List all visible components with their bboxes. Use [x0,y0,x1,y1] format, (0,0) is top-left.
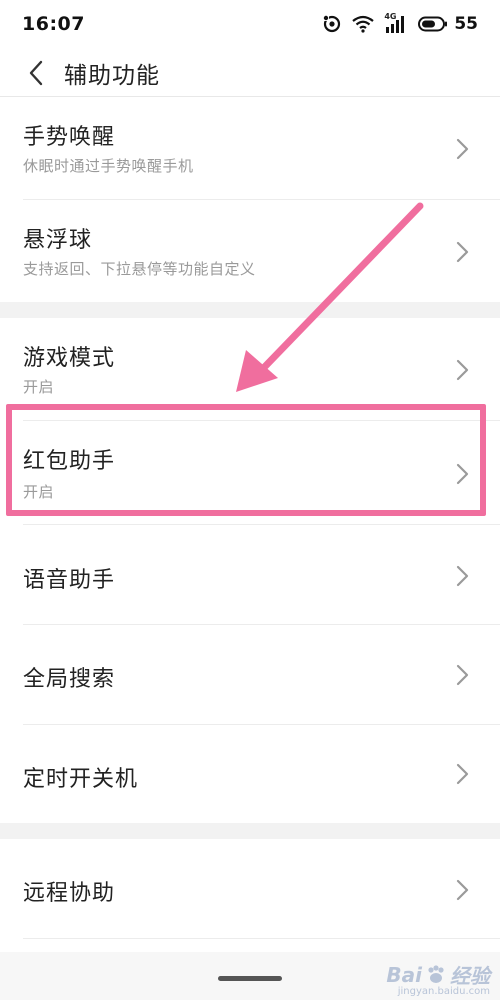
watermark-text-right: 经验 [450,964,490,988]
chevron-right-icon [456,879,469,901]
row-title: 红包助手 [23,449,116,474]
row-subtitle: 开启 [23,378,55,396]
divider [23,938,500,939]
back-button[interactable] [16,53,56,93]
chevron-right-icon [456,138,469,160]
baidu-watermark: Bai 经验 jingyan.baidu.com [386,960,490,998]
chevron-right-icon [456,763,469,785]
row-subtitle: 开启 [23,483,55,501]
setting-row-floating-ball[interactable]: 悬浮球 支持返回、下拉悬停等功能自定义 [0,200,500,302]
page-title: 辅助功能 [64,63,160,89]
settings-group-2: 游戏模式 开启 红包助手 开启 语音助手 全局搜索 定时开关机 [0,318,500,823]
setting-row-gesture-wake[interactable]: 手势唤醒 休眠时通过手势唤醒手机 [0,97,500,200]
battery-icon [418,16,448,32]
row-title: 游戏模式 [23,346,116,371]
setting-row-red-packet-assistant[interactable]: 红包助手 开启 [0,421,500,525]
row-title: 悬浮球 [23,228,93,253]
row-subtitle: 支持返回、下拉悬停等功能自定义 [23,260,256,278]
setting-row-voice-assistant[interactable]: 语音助手 [0,525,500,625]
battery-level: 55 [454,14,478,34]
row-title: 手势唤醒 [23,125,116,150]
group-gap [0,302,500,318]
settings-group-3: 远程协助 [0,839,500,952]
watermark-sub: jingyan.baidu.com [397,986,490,997]
setting-row-remote-assist[interactable]: 远程协助 [0,839,500,939]
settings-group-1: 手势唤醒 休眠时通过手势唤醒手机 悬浮球 支持返回、下拉悬停等功能自定义 [0,97,500,302]
setting-row-global-search[interactable]: 全局搜索 [0,625,500,725]
chevron-right-icon [456,241,469,263]
row-title: 远程协助 [23,881,116,906]
wifi-icon [352,15,375,33]
row-title: 语音助手 [23,568,116,593]
chevron-left-icon [29,60,43,86]
chevron-right-icon [456,565,469,587]
paw-icon [428,964,444,983]
home-indicator[interactable] [218,976,282,981]
status-time: 16:07 [22,13,85,35]
signal-icon: 4G [384,12,408,34]
chevron-right-icon [456,359,469,381]
battery: 55 [418,14,478,34]
watermark-text-left: Bai [386,962,422,987]
setting-row-game-mode[interactable]: 游戏模式 开启 [0,318,500,421]
row-title: 定时开关机 [23,767,139,792]
chevron-right-icon [456,463,469,485]
status-icons: 4G 55 [322,12,478,34]
row-title: 全局搜索 [23,667,116,692]
header: 辅助功能 [0,48,500,98]
setting-row-scheduled-power[interactable]: 定时开关机 [0,725,500,823]
status-bar: 16:07 4G 55 [0,0,500,48]
chevron-right-icon [456,664,469,686]
headset-icon [322,14,342,34]
row-subtitle: 休眠时通过手势唤醒手机 [23,157,194,175]
group-gap [0,823,500,839]
